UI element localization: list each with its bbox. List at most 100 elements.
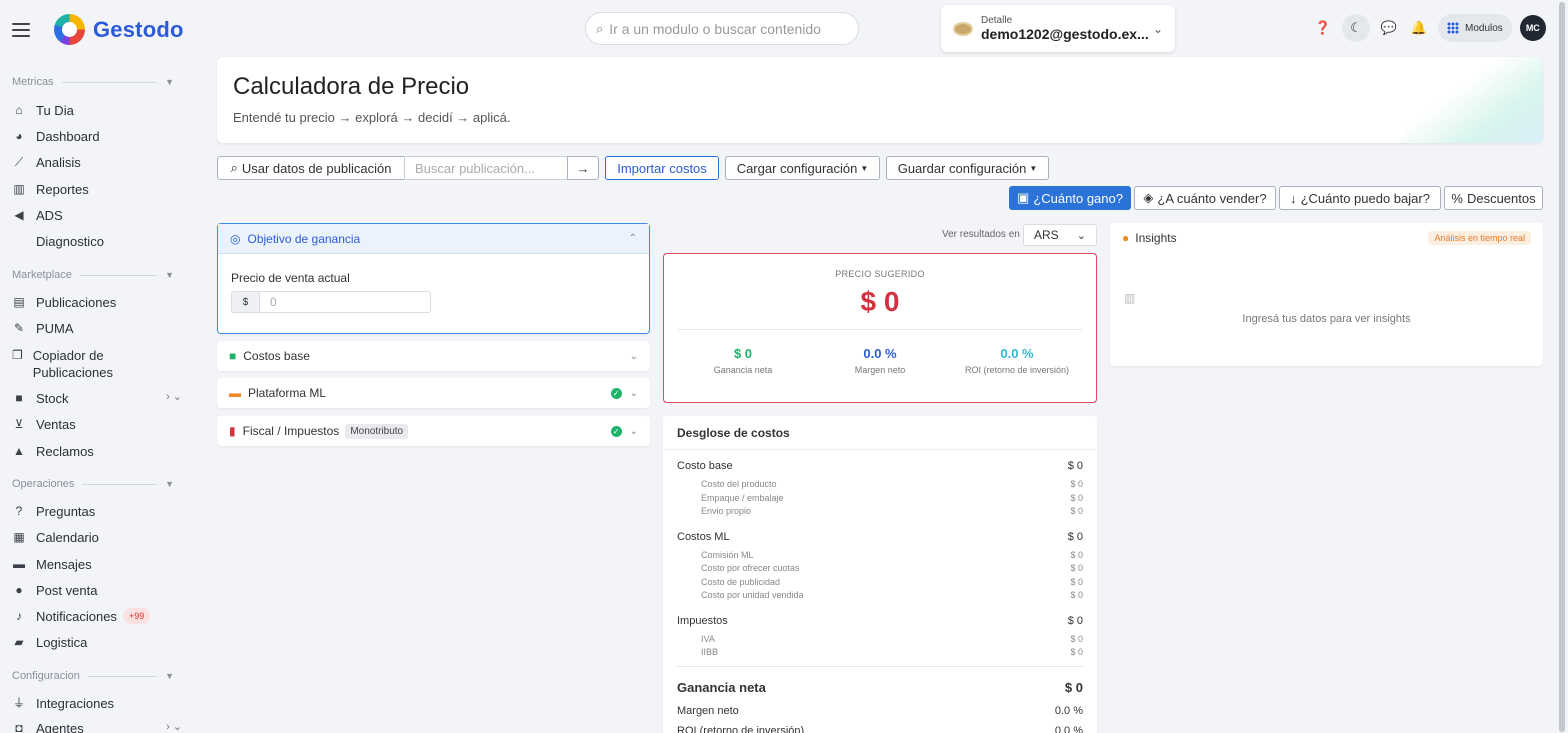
comment-icon: ● <box>15 583 23 597</box>
sidebar-item-calendario[interactable]: ▦ Calendario <box>12 529 182 546</box>
magic-icon: ✎ <box>13 321 25 335</box>
sidebar-item-ventas[interactable]: ⊻ Ventas <box>12 416 182 433</box>
section-marketplace[interactable]: Marketplace ▼ <box>12 269 174 281</box>
use-publication-data-button[interactable]: ⌕ Usar datos de publicación <box>217 156 405 180</box>
sidebar-item-mensajes[interactable]: ▬ Mensajes <box>12 556 182 573</box>
breakdown-row: Costos ML $ 0 <box>677 531 1083 543</box>
sidebar-item-reportes[interactable]: ▥ Reportes <box>12 181 182 198</box>
stat-net-margin: 0.0 % Margen neto <box>854 346 906 375</box>
sidebar-item-integraciones[interactable]: ⏚ Integraciones <box>12 695 182 712</box>
live-analysis-badge: Análisis en tiempo real <box>1428 231 1531 245</box>
sidebar-item-publicaciones[interactable]: ▤ Publicaciones <box>12 294 182 311</box>
go-button[interactable]: → <box>567 156 599 180</box>
copy-icon: ❐ <box>12 348 23 362</box>
sidebar-item-agentes[interactable]: ◘ Agentes › ⌄ <box>12 720 182 733</box>
search-input[interactable]: Ir a un modulo o buscar contenido <box>609 21 821 37</box>
sidebar-item-preguntas[interactable]: ? Preguntas <box>12 503 182 520</box>
sidebar-item-notificaciones[interactable]: ♪ Notificaciones +99 <box>12 608 182 625</box>
page-header: Calculadora de Precio Entendé tu precio … <box>217 57 1543 143</box>
notification-badge: +99 <box>122 608 151 624</box>
stat-roi: 0.0 % ROI (retorno de inversión) <box>964 346 1070 375</box>
accordion-plataforma-ml[interactable]: ▬ Plataforma ML ✓ ⌄ <box>217 378 650 408</box>
fiscal-tag: Monotributo <box>345 423 409 439</box>
breakdown-net-gain: Ganancia neta $ 0 <box>677 680 1083 695</box>
suggested-price: $ 0 <box>860 286 900 317</box>
section-metricas[interactable]: Metricas ▼ <box>12 76 174 88</box>
chevron-right-down-icon[interactable]: › ⌄ <box>166 390 182 403</box>
pie-icon: ◕ <box>15 129 23 143</box>
insights-empty-text: Ingresá tus datos para ver insights <box>1242 313 1411 325</box>
search-bar[interactable]: ⌕ Ir a un modulo o buscar contenido <box>585 12 859 45</box>
price-input[interactable]: 0 <box>260 292 430 312</box>
sidebar-item-dashboard[interactable]: ◕ Dashboard <box>12 128 182 145</box>
mode-descuentos-button[interactable]: % Descuentos <box>1444 186 1543 210</box>
chat-icon: ▬ <box>13 557 25 571</box>
mode-cuanto-gano-button[interactable]: ▣ ¿Cuánto gano? <box>1009 186 1131 210</box>
sidebar-item-reclamos[interactable]: ▲ Reclamos <box>12 443 182 460</box>
moon-icon[interactable]: ☾ <box>1342 14 1370 42</box>
account-selector[interactable]: Detalle demo1202@gestodo.ex... ⌄ <box>941 5 1175 52</box>
check-icon: ✓ <box>610 387 622 399</box>
insights-panel: ● Insights Análisis en tiempo real ▥ Ing… <box>1110 223 1543 366</box>
breakdown-subrow: IVA $ 0 <box>701 634 1083 644</box>
breakdown-subrow: Costo del producto $ 0 <box>701 479 1083 489</box>
bell-icon: ♪ <box>16 609 22 623</box>
modulos-button[interactable]: Modulos <box>1438 14 1512 42</box>
home-icon: ⌂ <box>15 103 23 117</box>
chevron-down-icon: ⌄ <box>1076 229 1086 242</box>
sidebar-item-stock[interactable]: ■ Stock › ⌄ <box>12 390 182 407</box>
chevron-right-down-icon[interactable]: › ⌄ <box>166 720 182 733</box>
currency-select[interactable]: ARS ⌄ <box>1023 224 1097 246</box>
insights-title: Insights <box>1135 231 1177 245</box>
sidebar-item-analisis[interactable]: ⟋ Analisis <box>12 154 182 171</box>
arrow-down-icon: ↓ <box>1290 190 1297 206</box>
save-config-button[interactable]: Guardar configuración ▼ <box>886 156 1049 180</box>
caret-down-icon: ▼ <box>165 479 174 489</box>
section-configuracion[interactable]: Configuracion ▼ <box>12 670 174 682</box>
brand: Gestodo <box>12 14 184 45</box>
objective-panel-header[interactable]: ◎ Objetivo de ganancia ⌃ <box>218 224 649 254</box>
question-icon: ? <box>15 504 23 518</box>
topbar-actions: ❓ ☾ 💬 🔔 Modulos MC <box>1312 14 1546 42</box>
sidebar-item-logistica[interactable]: ▰ Logistica <box>12 634 182 651</box>
sidebar-item-tu-dia[interactable]: ⌂ Tu Dia <box>12 102 182 119</box>
sidebar-item-diagnostico[interactable]: Diagnostico <box>12 233 182 250</box>
load-config-button[interactable]: Cargar configuración ▼ <box>725 156 880 180</box>
page-title: Calculadora de Precio <box>233 73 470 100</box>
accordion-costos-base[interactable]: ■ Costos base ⌄ <box>217 341 650 371</box>
chat-bubbles-icon[interactable]: 💬 <box>1378 17 1400 39</box>
account-avatar-icon <box>953 21 973 36</box>
sidebar-item-ads[interactable]: ◀ ADS <box>12 207 182 224</box>
user-avatar[interactable]: MC <box>1519 15 1546 41</box>
bell-icon[interactable]: 🔔 <box>1408 17 1430 39</box>
sidebar-item-copiador[interactable]: ❐ Copiador de Publicaciones <box>12 347 142 381</box>
price-input-group: $ 0 <box>231 291 431 313</box>
breakdown-row: Impuestos $ 0 <box>677 615 1083 627</box>
breakdown-subrow: Costo por unidad vendida $ 0 <box>701 590 1083 600</box>
view-results-label: Ver resultados en <box>942 229 1020 240</box>
publication-search-input[interactable]: Buscar publicación... <box>404 156 568 180</box>
accordion-fiscal[interactable]: ▮ Fiscal / Impuestos Monotributo ✓ ⌄ <box>217 416 650 446</box>
suggested-price-card: PRECIO SUGERIDO $ 0 $ 0 Ganancia neta 0.… <box>663 253 1097 403</box>
cost-breakdown: Desglose de costos Costo base $ 0 Costo d… <box>663 416 1097 733</box>
page-scrollbar[interactable] <box>1558 0 1566 733</box>
sidebar-item-puma[interactable]: ✎ PUMA <box>12 320 182 337</box>
robot-icon: ◘ <box>15 721 23 733</box>
brand-name[interactable]: Gestodo <box>93 17 184 43</box>
plug-icon: ⏚ <box>12 696 25 710</box>
warning-icon: ▲ <box>13 444 25 458</box>
breakdown-roi: ROI (retorno de inversión) 0.0 % <box>677 725 1083 733</box>
lightbulb-icon: ● <box>1122 231 1130 245</box>
search-icon: ⌕ <box>230 160 238 175</box>
menu-icon[interactable] <box>12 22 30 37</box>
breakdown-row: Costo base $ 0 <box>677 460 1083 472</box>
sidebar-item-post-venta[interactable]: ● Post venta <box>12 582 182 599</box>
mode-a-cuanto-vender-button[interactable]: ◈ ¿A cuánto vender? <box>1134 186 1276 210</box>
section-operaciones[interactable]: Operaciones ▼ <box>12 478 174 490</box>
currency-symbol: $ <box>232 292 260 312</box>
mode-cuanto-puedo-bajar-button[interactable]: ↓ ¿Cuánto puedo bajar? <box>1279 186 1441 210</box>
line-chart-icon: ⟋ <box>14 155 24 169</box>
help-icon[interactable]: ❓ <box>1312 17 1334 39</box>
tag-icon: ◈ <box>1143 190 1154 205</box>
import-costs-button[interactable]: Importar costos <box>605 156 719 180</box>
